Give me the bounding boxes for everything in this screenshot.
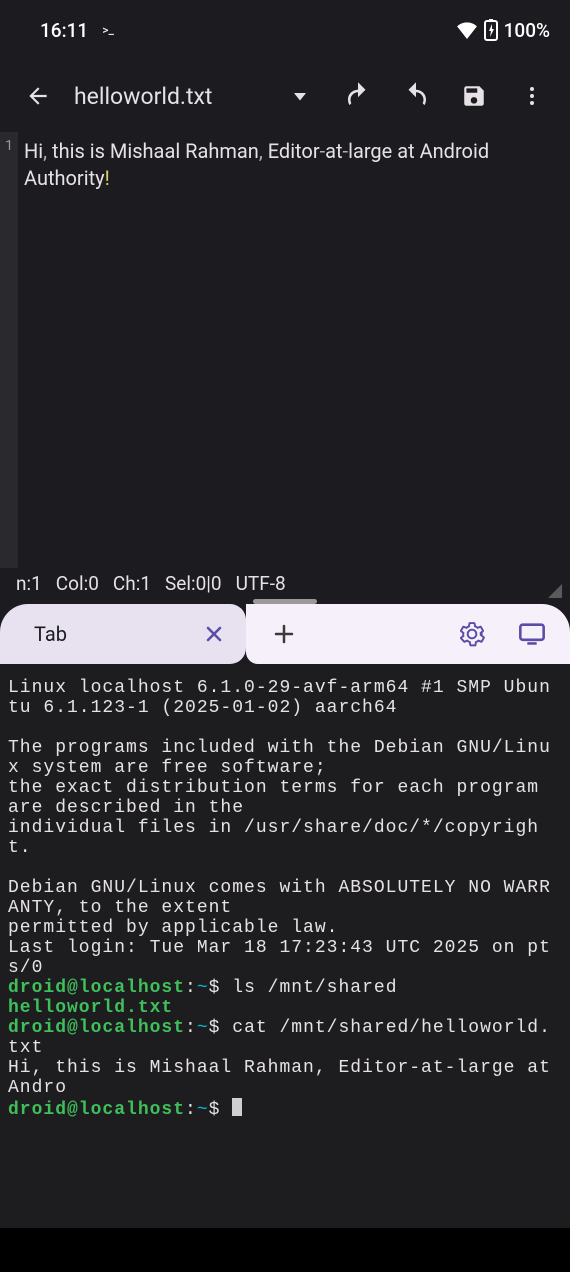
text-run: Editor <box>268 139 320 163</box>
terminal-panel: Tab Linux localhost 6.1.0-29-avf-arm64 #… <box>0 604 570 1228</box>
terminal-body[interactable]: Linux localhost 6.1.0-29-avf-arm64 #1 SM… <box>0 664 570 1228</box>
prompt-sigil: $ <box>209 1100 233 1120</box>
terminal-output: helloworld.txt <box>8 998 173 1018</box>
terminal-tab-bar: Tab <box>0 604 570 664</box>
resize-corner-icon[interactable] <box>548 584 562 598</box>
prompt-sigil: $ <box>209 978 233 998</box>
status-col: Col:0 <box>56 572 99 595</box>
editor-status-line: n:1 Col:0 Ch:1 Sel:0|0 UTF-8 <box>0 568 570 598</box>
text-run: ! <box>105 166 110 190</box>
redo-button[interactable] <box>394 74 438 118</box>
terminal-line: Debian GNU/Linux comes with ABSOLUTELY N… <box>8 878 551 918</box>
more-vertical-icon <box>520 84 544 108</box>
redo-icon <box>401 81 431 111</box>
prompt-userhost: droid@localhost <box>8 1018 185 1038</box>
battery-percent: 100% <box>504 19 550 42</box>
terminal-line: permitted by applicable law. <box>8 918 338 938</box>
terminal-tab-label: Tab <box>34 622 67 646</box>
close-tab-button[interactable] <box>202 622 226 646</box>
monitor-icon <box>518 620 546 648</box>
prompt-sep: : <box>185 978 197 998</box>
battery-charging-icon <box>484 19 498 41</box>
terminal-tab[interactable]: Tab <box>0 604 246 664</box>
text-run: at <box>325 139 342 163</box>
gear-icon <box>459 621 485 647</box>
more-button[interactable] <box>510 74 554 118</box>
screen: 16:11 >_ 100% helloworld.txt <box>0 0 570 1272</box>
arrow-left-icon <box>25 83 51 109</box>
status-time: 16:11 <box>40 19 88 42</box>
file-title: helloworld.txt <box>74 83 212 110</box>
prompt-path: ~ <box>197 978 209 998</box>
text-run: this is Mishaal Rahman <box>52 139 259 163</box>
terminal-line: the exact distribution terms for each pr… <box>8 778 551 818</box>
new-tab-button[interactable] <box>262 612 306 656</box>
settings-button[interactable] <box>450 612 494 656</box>
terminal-line: Last login: Tue Mar 18 17:23:43 UTC 2025… <box>8 938 551 978</box>
status-ch: Ch:1 <box>113 572 151 595</box>
terminal-indicator-icon: >_ <box>102 23 114 37</box>
triangle-down-icon <box>291 87 309 105</box>
line-number: 1 <box>0 138 18 154</box>
terminal-line: The programs included with the Debian GN… <box>8 738 551 778</box>
prompt-path: ~ <box>197 1100 209 1120</box>
editor-body[interactable]: 1 Hi, this is Mishaal Rahman, Editor-at-… <box>0 132 570 568</box>
code-area[interactable]: Hi, this is Mishaal Rahman, Editor-at-la… <box>18 132 570 568</box>
status-ln: n:1 <box>16 572 42 595</box>
save-icon <box>461 83 487 109</box>
save-button[interactable] <box>452 74 496 118</box>
editor-toolbar: helloworld.txt <box>0 60 570 132</box>
drag-handle[interactable] <box>253 599 317 604</box>
line-gutter: 1 <box>0 132 18 568</box>
terminal-cursor <box>232 1098 242 1116</box>
terminal-output: Hi, this is Mishaal Rahman, Editor-at-la… <box>8 1058 563 1098</box>
dropdown-button[interactable] <box>278 74 322 118</box>
status-bar: 16:11 >_ 100% <box>0 0 570 60</box>
undo-icon <box>343 81 373 111</box>
plus-icon <box>272 622 296 646</box>
prompt-userhost: droid@localhost <box>8 1100 185 1120</box>
prompt-sep: : <box>185 1100 197 1120</box>
close-icon <box>202 622 226 646</box>
undo-button[interactable] <box>336 74 380 118</box>
wifi-icon <box>456 21 478 39</box>
status-sel: Sel:0|0 <box>165 572 222 595</box>
prompt-sigil: $ <box>209 1018 233 1038</box>
back-button[interactable] <box>16 74 60 118</box>
terminal-line: individual files in /usr/share/doc/*/cop… <box>8 818 539 858</box>
display-button[interactable] <box>510 612 554 656</box>
terminal-command: ls /mnt/shared <box>232 978 397 998</box>
status-enc: UTF-8 <box>236 572 286 595</box>
nav-bar <box>0 1228 570 1272</box>
text-run: Hi <box>24 139 43 163</box>
text-run: , <box>259 139 268 163</box>
prompt-path: ~ <box>197 1018 209 1038</box>
prompt-userhost: droid@localhost <box>8 978 185 998</box>
prompt-sep: : <box>185 1018 197 1038</box>
text-run: , <box>43 139 52 163</box>
terminal-line: Linux localhost 6.1.0-29-avf-arm64 #1 SM… <box>8 678 551 718</box>
